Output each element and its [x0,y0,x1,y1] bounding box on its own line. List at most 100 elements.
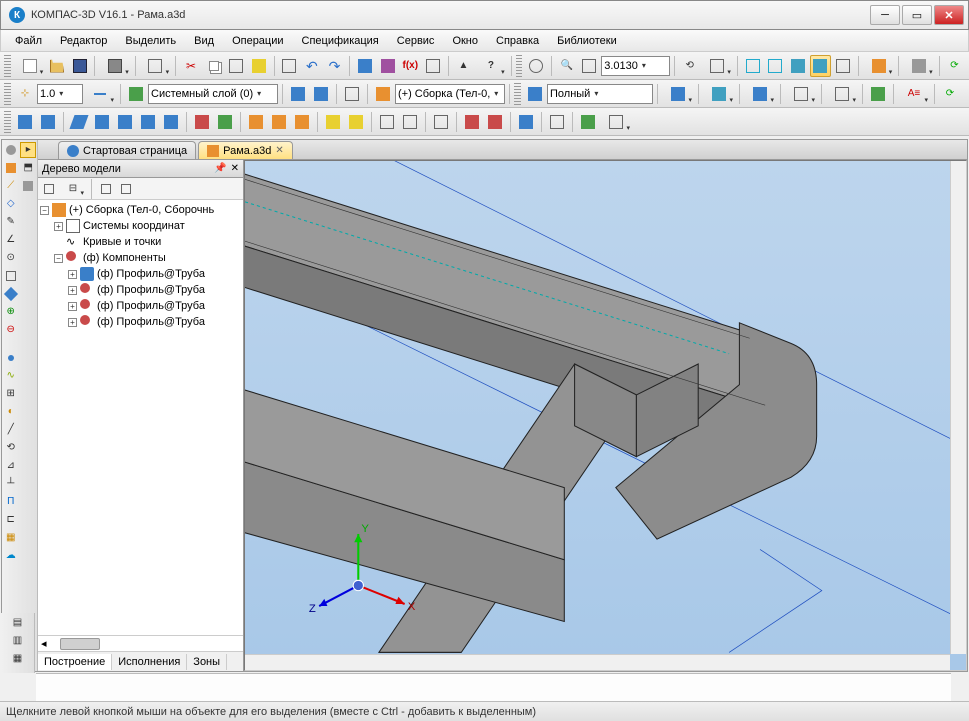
menu-service[interactable]: Сервис [389,33,443,49]
tree-tab-zones[interactable]: Зоны [187,654,227,670]
rotate-button[interactable]: ⟲ [679,55,701,77]
copy-format-button[interactable] [248,55,270,77]
display-combo[interactable]: Полный▾ [547,84,653,104]
tree-node-curves[interactable]: ∿ Кривые и точки [40,234,241,250]
maximize-button[interactable]: ▭ [902,5,932,25]
op5[interactable] [114,111,136,133]
tree-comp-1[interactable]: + (ф) Профиль@Труба [40,266,241,282]
bl-1[interactable]: ▤ [10,615,26,631]
minimize-button[interactable]: ─ [870,5,900,25]
tree-comp-4[interactable]: + (ф) Профиль@Труба [40,314,241,330]
d1-button[interactable] [662,83,694,105]
op9[interactable] [214,111,236,133]
close-icon[interactable]: ✕ [231,163,239,174]
help-button[interactable]: ? [475,55,506,77]
lt-1[interactable] [3,142,19,158]
tree-tb4[interactable] [117,180,135,198]
preview-button[interactable] [140,55,171,77]
lt-22[interactable]: ▦ [3,530,19,546]
op22[interactable] [577,111,599,133]
d3-button[interactable] [744,83,776,105]
lt-2[interactable] [3,160,19,176]
bl-3[interactable]: ▦ [10,651,26,667]
lcs3-button[interactable] [341,83,363,105]
assembly-combo[interactable]: (+) Сборка (Тел-0,▾ [395,84,505,104]
op1[interactable] [14,111,36,133]
viewport-hscroll[interactable] [245,654,950,670]
assembly-icon[interactable] [372,83,394,105]
pin-icon[interactable]: 📌 [214,163,226,174]
d4-button[interactable] [785,83,817,105]
lt-16[interactable]: ╱ [3,422,19,438]
vars-button[interactable] [422,55,444,77]
lt-14[interactable]: ⊞ [3,386,19,402]
op11[interactable] [268,111,290,133]
d5-button[interactable] [826,83,858,105]
d2-button[interactable] [703,83,735,105]
shaded-button[interactable] [810,55,832,77]
lt-15[interactable]: ◐ [3,404,19,420]
shaded-edge-button[interactable] [787,55,809,77]
3d-viewport[interactable]: Y X Z [244,160,967,671]
menu-edit[interactable]: Редактор [52,33,115,49]
zoom-window-button[interactable] [579,55,601,77]
zoom-combo[interactable]: 3.0130▾ [601,56,670,76]
print-button[interactable] [99,55,130,77]
zoom-in-button[interactable]: 🔍 [556,55,578,77]
menu-operations[interactable]: Операции [224,33,291,49]
op13[interactable] [322,111,344,133]
op12[interactable] [291,111,313,133]
rt-1[interactable]: ▸ [20,142,36,158]
lt-3[interactable]: ⟋ [3,178,19,194]
fx-button[interactable]: f(x) [399,55,421,77]
tree-tb2[interactable]: ⊟ [60,180,86,198]
grip[interactable] [4,111,11,133]
properties-button[interactable] [279,55,301,77]
rt-3[interactable] [20,178,36,194]
op18[interactable] [461,111,483,133]
lt-9[interactable] [3,286,19,302]
op20[interactable] [515,111,537,133]
op3[interactable] [68,111,90,133]
tree-comp-2[interactable]: + (ф) Профиль@Труба [40,282,241,298]
lt-5[interactable]: ✎ [3,214,19,230]
refresh-button[interactable]: ⟳ [944,55,966,77]
grip[interactable] [516,55,523,77]
lt-11[interactable]: ⊖ [3,322,19,338]
menu-help[interactable]: Справка [488,33,547,49]
menu-window[interactable]: Окно [444,33,486,49]
color-button[interactable] [863,55,894,77]
lt-23[interactable]: ☁ [3,548,19,564]
layer-combo[interactable]: Системный слой (0)▾ [148,84,278,104]
expander-icon[interactable]: + [68,270,77,279]
lcs2-button[interactable] [310,83,332,105]
op15[interactable] [376,111,398,133]
new-button[interactable] [14,55,45,77]
op21[interactable] [546,111,568,133]
op16[interactable] [399,111,421,133]
tab-close-icon[interactable]: ✕ [275,145,283,156]
expander-icon[interactable]: + [68,318,77,327]
linewidth-combo[interactable]: 1.0▾ [37,84,83,104]
tree-tb1[interactable] [40,180,58,198]
tree-node-components[interactable]: − (ф) Компоненты [40,250,241,266]
hidden-button[interactable] [764,55,786,77]
expander-icon[interactable]: + [54,222,63,231]
linestyle-button[interactable] [84,83,116,105]
lt-21[interactable]: ⊏ [3,512,19,528]
op7[interactable] [160,111,182,133]
layer-mgr-button[interactable] [125,83,147,105]
d7-button[interactable]: A≡ [898,83,930,105]
open-button[interactable] [46,55,68,77]
axis-button[interactable]: ⊹ [14,83,36,105]
orient-button[interactable] [702,55,733,77]
op19[interactable] [484,111,506,133]
section-button[interactable] [903,55,934,77]
bl-2[interactable]: ▥ [10,633,26,649]
op10[interactable] [245,111,267,133]
expander-icon[interactable]: + [68,286,77,295]
lt-18[interactable]: ⊿ [3,458,19,474]
menu-select[interactable]: Выделить [117,33,184,49]
menu-file[interactable]: Файл [7,33,50,49]
save-button[interactable] [69,55,91,77]
